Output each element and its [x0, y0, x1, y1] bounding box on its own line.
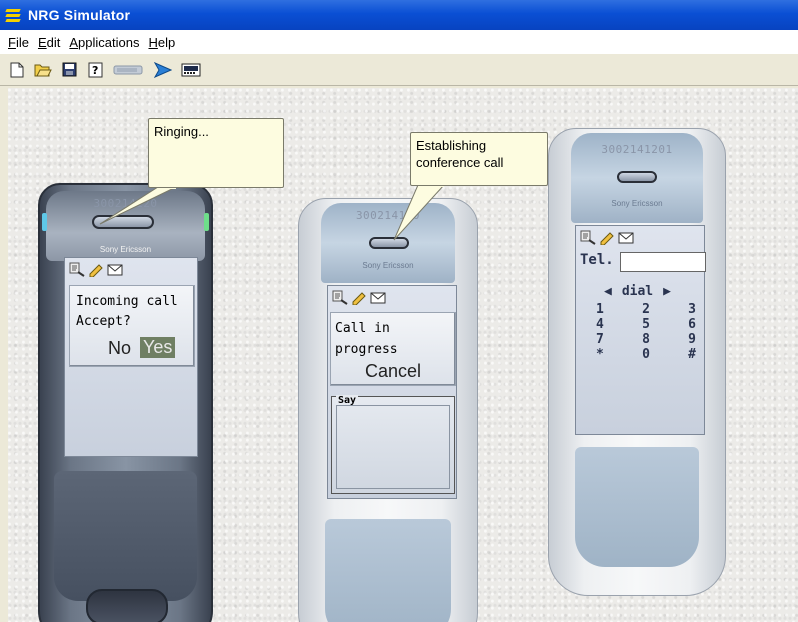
notes-icon[interactable] — [332, 290, 348, 308]
svg-text:?: ? — [92, 64, 98, 77]
window-title: NRG Simulator — [28, 7, 131, 23]
pen-icon[interactable] — [599, 230, 615, 248]
key-3[interactable]: 3 — [663, 302, 696, 317]
menu-help[interactable]: Help — [148, 35, 175, 50]
lower-body — [325, 519, 451, 622]
key-2[interactable]: 2 — [629, 302, 662, 317]
earpiece — [617, 171, 657, 183]
phone-3[interactable]: 3002141201 Sony Ericsson Tel. ◀ dial ▶ 1… — [548, 128, 726, 596]
screen-icons — [69, 262, 123, 280]
mail-icon[interactable] — [107, 262, 123, 280]
notes-icon[interactable] — [69, 262, 85, 280]
brand-label: Sony Ericsson — [611, 199, 663, 208]
menu-bar: File Edit Applications Help — [0, 30, 798, 54]
title-bar: NRG Simulator — [0, 0, 798, 30]
bubble-tail — [99, 186, 177, 225]
left-arrow-icon[interactable]: ◀ — [604, 284, 612, 299]
key-0[interactable]: 0 — [629, 347, 662, 362]
pen-icon[interactable] — [88, 262, 104, 280]
key-star[interactable]: * — [596, 347, 629, 362]
no-button[interactable]: No — [108, 338, 131, 359]
open-icon[interactable] — [34, 61, 52, 79]
brand-label: Sony Ericsson — [362, 261, 414, 270]
say-inner-frame[interactable] — [336, 405, 450, 489]
side-light-left — [42, 213, 47, 231]
phone-screen: Call in progress Cancel Say — [327, 285, 457, 499]
help-icon[interactable]: ? — [86, 61, 104, 79]
ringing-bubble: Ringing... — [148, 118, 284, 188]
bubble-line-1: Establishing — [416, 138, 487, 153]
tel-input[interactable] — [620, 252, 706, 272]
menu-applications[interactable]: Applications — [69, 35, 139, 50]
simulator-workspace: 300214120 Sony Ericsson Incoming call Ac… — [8, 88, 798, 622]
lower-body — [575, 447, 699, 567]
key-1[interactable]: 1 — [596, 302, 629, 317]
key-6[interactable]: 6 — [663, 317, 696, 332]
phone-1[interactable]: 300214120 Sony Ericsson Incoming call Ac… — [38, 183, 213, 622]
phone-screen: Incoming call Accept? No Yes — [64, 257, 198, 457]
right-arrow-icon[interactable]: ▶ — [663, 284, 671, 299]
dial-row: ◀ dial ▶ — [604, 284, 671, 299]
dialog-line-1: Call in — [335, 321, 390, 336]
bubble-line-2: conference call — [416, 155, 504, 170]
incoming-call-dialog: Incoming call Accept? No Yes — [69, 285, 195, 367]
play-icon[interactable] — [154, 61, 172, 79]
new-icon[interactable] — [8, 61, 26, 79]
dialog-line-2: Accept? — [76, 314, 131, 329]
phone-2[interactable]: 300214120 Sony Ericsson Call in progress… — [298, 198, 478, 622]
toolbar: ? — [0, 54, 798, 86]
phone-number: 3002141201 — [601, 143, 673, 156]
pen-icon[interactable] — [351, 290, 367, 308]
screen-icons — [580, 230, 634, 248]
key-hash[interactable]: # — [663, 347, 696, 362]
conference-bubble: Establishing conference call — [410, 132, 548, 186]
phone-icon[interactable] — [112, 61, 146, 79]
device-icon[interactable] — [180, 61, 202, 79]
nav-button[interactable] — [86, 589, 168, 622]
mail-icon[interactable] — [370, 290, 386, 308]
notes-icon[interactable] — [580, 230, 596, 248]
keypad: 1 2 3 4 5 6 7 8 9 * 0 # — [596, 302, 696, 362]
side-light-right — [204, 213, 209, 231]
key-4[interactable]: 4 — [596, 317, 629, 332]
bubble-tail — [393, 184, 446, 241]
save-icon[interactable] — [60, 61, 78, 79]
tel-label: Tel. — [580, 252, 614, 268]
yes-button[interactable]: Yes — [140, 337, 176, 358]
menu-edit[interactable]: Edit — [38, 35, 60, 50]
bubble-text: Ringing... — [154, 124, 209, 139]
key-7[interactable]: 7 — [596, 332, 629, 347]
lower-body — [54, 471, 197, 601]
dialog-line-2: progress — [335, 342, 398, 357]
mail-icon[interactable] — [618, 230, 634, 248]
key-5[interactable]: 5 — [629, 317, 662, 332]
call-progress-dialog: Call in progress Cancel — [330, 312, 456, 386]
dialog-line-1: Incoming call — [76, 294, 178, 309]
brand-label: Sony Ericsson — [99, 245, 152, 254]
screen-icons — [332, 290, 386, 308]
key-8[interactable]: 8 — [629, 332, 662, 347]
say-panel: Say — [331, 395, 455, 494]
dial-label: dial — [621, 284, 654, 299]
phone-screen: Tel. ◀ dial ▶ 1 2 3 4 5 6 7 8 9 * 0 # — [575, 225, 706, 435]
menu-file[interactable]: File — [8, 35, 29, 50]
cancel-button[interactable]: Cancel — [365, 361, 421, 382]
key-9[interactable]: 9 — [663, 332, 696, 347]
app-logo-icon — [5, 8, 22, 22]
